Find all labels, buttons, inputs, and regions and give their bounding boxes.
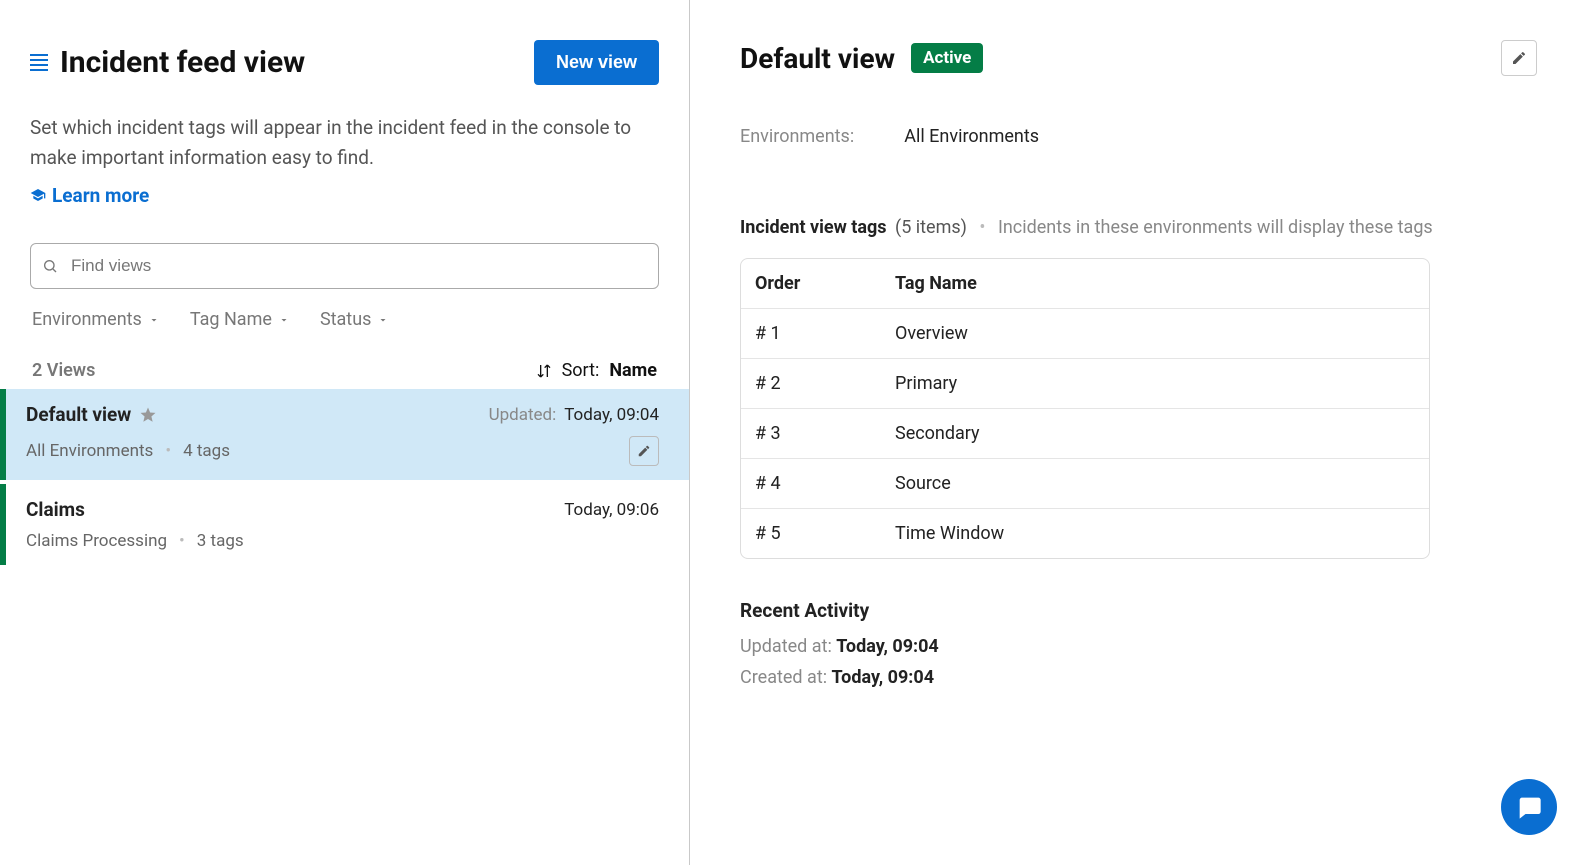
dot-separator: • — [979, 217, 985, 238]
updated-at: Updated at: Today, 09:04 — [740, 636, 1537, 657]
view-sub-row: All Environments • 4 tags — [26, 436, 659, 466]
created-at-value: Today, 09:04 — [832, 667, 934, 688]
table-row: # 2 Primary — [741, 359, 1429, 409]
dot-separator: • — [165, 441, 171, 461]
updated-info: Today, 09:06 — [560, 500, 659, 520]
title-wrap: Incident feed view — [30, 45, 305, 80]
page-title: Incident feed view — [60, 45, 305, 80]
recent-activity: Recent Activity Updated at: Today, 09:04… — [740, 599, 1537, 688]
view-sub-row: Claims Processing • 3 tags — [26, 531, 659, 551]
view-env: Claims Processing — [26, 531, 167, 551]
table-header: Order Tag Name — [741, 259, 1429, 309]
cell-tag: Overview — [881, 309, 1429, 358]
cell-tag: Secondary — [881, 409, 1429, 458]
view-count: 2 Views — [32, 360, 95, 381]
cell-order: # 1 — [741, 309, 881, 358]
environments-row: Environments: All Environments — [740, 126, 1537, 147]
cell-order: # 3 — [741, 409, 881, 458]
chevron-down-icon — [377, 314, 389, 326]
updated-info: Updated: Today, 09:04 — [489, 405, 659, 425]
updated-at-value: Today, 09:04 — [836, 636, 938, 657]
col-order: Order — [741, 259, 881, 308]
left-header: Incident feed view New view — [30, 40, 659, 85]
table-row: # 4 Source — [741, 459, 1429, 509]
edit-view-button[interactable] — [629, 436, 659, 466]
learn-more-link[interactable]: Learn more — [30, 184, 149, 207]
star-icon[interactable] — [139, 406, 157, 424]
view-tags: 4 tags — [183, 441, 230, 461]
view-name-wrap: Default view — [26, 403, 157, 426]
view-env: All Environments — [26, 441, 153, 461]
table-row: # 1 Overview — [741, 309, 1429, 359]
sort-control[interactable]: Sort: Name — [536, 360, 657, 381]
status-badge: Active — [911, 43, 983, 73]
search-icon — [42, 258, 58, 274]
view-tags: 3 tags — [197, 531, 244, 551]
tags-table: Order Tag Name # 1 Overview # 2 Primary … — [740, 258, 1430, 559]
search-input[interactable] — [30, 243, 659, 289]
sort-value: Name — [609, 360, 657, 381]
updated-label: Updated: — [489, 405, 557, 425]
tags-title: Incident view tags — [740, 217, 887, 238]
learn-more-label: Learn more — [52, 184, 149, 207]
cell-tag: Source — [881, 459, 1429, 508]
view-top-row: Claims Today, 09:06 — [26, 498, 659, 521]
view-meta: All Environments • 4 tags — [26, 441, 230, 461]
view-item[interactable]: Default view Updated: Today, 09:04 All E… — [0, 389, 689, 480]
view-name: Claims — [26, 498, 85, 521]
cell-order: # 2 — [741, 359, 881, 408]
sort-label: Sort: — [562, 360, 600, 381]
chevron-down-icon — [278, 314, 290, 326]
created-at-label: Created at: — [740, 667, 832, 688]
filter-environments[interactable]: Environments — [32, 309, 160, 330]
chat-button[interactable] — [1501, 779, 1557, 835]
tags-note: Incidents in these environments will dis… — [998, 217, 1433, 238]
table-row: # 3 Secondary — [741, 409, 1429, 459]
edit-detail-button[interactable] — [1501, 40, 1537, 76]
page-description: Set which incident tags will appear in t… — [30, 113, 640, 174]
filter-tag-name-label: Tag Name — [190, 309, 272, 330]
col-tag-name: Tag Name — [881, 259, 1429, 308]
right-panel: Default view Active Environments: All En… — [690, 0, 1587, 865]
view-name-wrap: Claims — [26, 498, 85, 521]
created-at: Created at: Today, 09:04 — [740, 667, 1537, 688]
updated-at-label: Updated at: — [740, 636, 836, 657]
dot-separator: • — [179, 531, 185, 551]
count-sort-row: 2 Views Sort: Name — [30, 360, 659, 389]
updated-time: Today, 09:04 — [564, 405, 659, 425]
filter-status-label: Status — [320, 309, 371, 330]
chat-icon — [1515, 793, 1543, 821]
chevron-down-icon — [148, 314, 160, 326]
sort-icon — [536, 363, 552, 379]
view-name: Default view — [26, 403, 131, 426]
views-list: Default view Updated: Today, 09:04 All E… — [0, 389, 689, 565]
environments-value: All Environments — [904, 126, 1039, 147]
filter-tag-name[interactable]: Tag Name — [190, 309, 290, 330]
cell-order: # 5 — [741, 509, 881, 558]
search-wrap — [30, 243, 659, 289]
right-header: Default view Active — [740, 40, 1537, 76]
view-meta: Claims Processing • 3 tags — [26, 531, 244, 551]
right-title-wrap: Default view Active — [740, 42, 983, 75]
activity-title: Recent Activity — [740, 599, 1537, 622]
cell-tag: Time Window — [881, 509, 1429, 558]
environments-label: Environments: — [740, 126, 854, 147]
cell-tag: Primary — [881, 359, 1429, 408]
filters-row: Environments Tag Name Status — [30, 309, 659, 330]
cell-order: # 4 — [741, 459, 881, 508]
menu-icon[interactable] — [30, 54, 48, 71]
detail-title: Default view — [740, 42, 895, 75]
view-top-row: Default view Updated: Today, 09:04 — [26, 403, 659, 426]
graduation-cap-icon — [30, 187, 46, 203]
table-row: # 5 Time Window — [741, 509, 1429, 558]
tags-header: Incident view tags (5 items) • Incidents… — [740, 217, 1537, 238]
filter-status[interactable]: Status — [320, 309, 389, 330]
new-view-button[interactable]: New view — [534, 40, 659, 85]
filter-environments-label: Environments — [32, 309, 142, 330]
left-panel: Incident feed view New view Set which in… — [0, 0, 690, 865]
tags-count: (5 items) — [895, 217, 967, 238]
view-item[interactable]: Claims Today, 09:06 Claims Processing • … — [0, 484, 689, 565]
updated-time: Today, 09:06 — [564, 500, 659, 520]
